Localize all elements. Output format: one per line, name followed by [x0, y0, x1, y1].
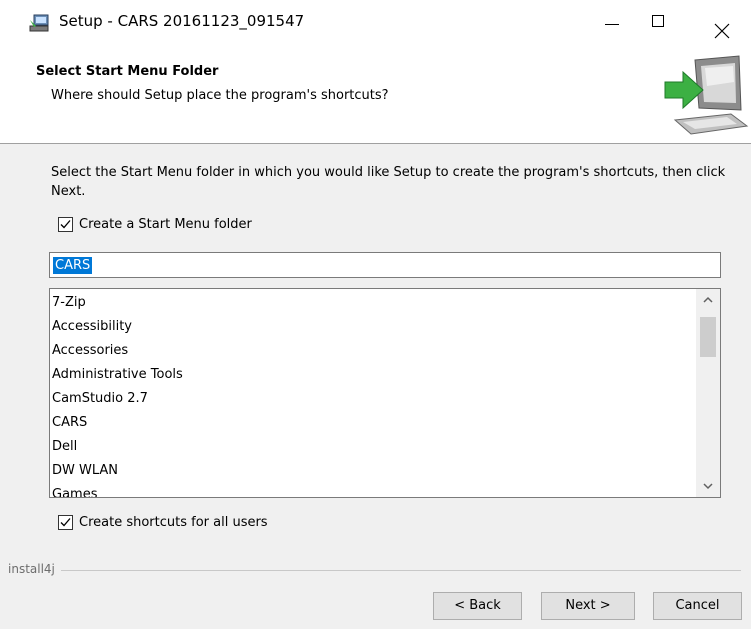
list-item[interactable]: 7-Zip — [52, 291, 183, 315]
create-folder-checkbox[interactable] — [58, 217, 73, 232]
scroll-up-button[interactable] — [696, 289, 720, 311]
checkmark-icon — [60, 220, 71, 229]
all-users-option[interactable]: Create shortcuts for all users — [58, 515, 268, 530]
close-icon — [714, 13, 730, 39]
folder-list-scrollbar[interactable] — [696, 289, 720, 497]
checkmark-icon — [60, 518, 71, 527]
chevron-down-icon — [703, 483, 713, 490]
computer-arrow-icon — [661, 52, 751, 142]
list-item[interactable]: Accessibility — [52, 315, 183, 339]
window-title: Setup - CARS 20161123_091547 — [59, 12, 305, 30]
next-button[interactable]: Next > — [541, 592, 635, 620]
close-button[interactable] — [700, 0, 746, 42]
folder-list[interactable]: 7-Zip Accessibility Accessories Administrat… — [49, 288, 721, 498]
minimize-button[interactable] — [589, 0, 635, 42]
list-item[interactable]: Dell — [52, 435, 183, 459]
list-item[interactable]: DW WLAN — [52, 459, 183, 483]
folder-name-input[interactable]: CARS — [49, 252, 721, 278]
brand-label: install4j — [8, 562, 61, 576]
cancel-button[interactable]: Cancel — [653, 592, 742, 620]
list-item[interactable]: Games — [52, 483, 183, 497]
maximize-button[interactable] — [637, 0, 683, 42]
setup-window: Setup - CARS 20161123_091547 Select Star… — [0, 0, 751, 629]
title-bar[interactable]: Setup - CARS 20161123_091547 — [0, 0, 751, 42]
scroll-down-button[interactable] — [696, 475, 720, 497]
create-folder-option[interactable]: Create a Start Menu folder — [58, 217, 252, 232]
list-item[interactable]: Administrative Tools — [52, 363, 183, 387]
scroll-thumb[interactable] — [700, 317, 716, 357]
maximize-icon — [652, 15, 664, 27]
divider-line — [60, 570, 741, 571]
list-item[interactable]: CamStudio 2.7 — [52, 387, 183, 411]
instruction-text: Select the Start Menu folder in which yo… — [51, 165, 726, 199]
minimize-icon — [605, 24, 619, 25]
header-panel: Select Start Menu Folder Where should Se… — [0, 42, 751, 144]
create-folder-label: Create a Start Menu folder — [79, 217, 252, 232]
setup-app-icon — [28, 14, 52, 34]
brand-divider: install4j — [0, 562, 751, 578]
page-subtitle: Where should Setup place the program's s… — [51, 88, 389, 103]
chevron-up-icon — [703, 296, 713, 303]
all-users-label: Create shortcuts for all users — [79, 515, 268, 530]
list-item[interactable]: CARS — [52, 411, 183, 435]
list-item[interactable]: Accessories — [52, 339, 183, 363]
folder-list-items: 7-Zip Accessibility Accessories Administrat… — [52, 291, 183, 497]
page-title: Select Start Menu Folder — [36, 64, 219, 79]
back-button[interactable]: < Back — [433, 592, 522, 620]
all-users-checkbox[interactable] — [58, 515, 73, 530]
folder-name-value: CARS — [53, 257, 93, 274]
